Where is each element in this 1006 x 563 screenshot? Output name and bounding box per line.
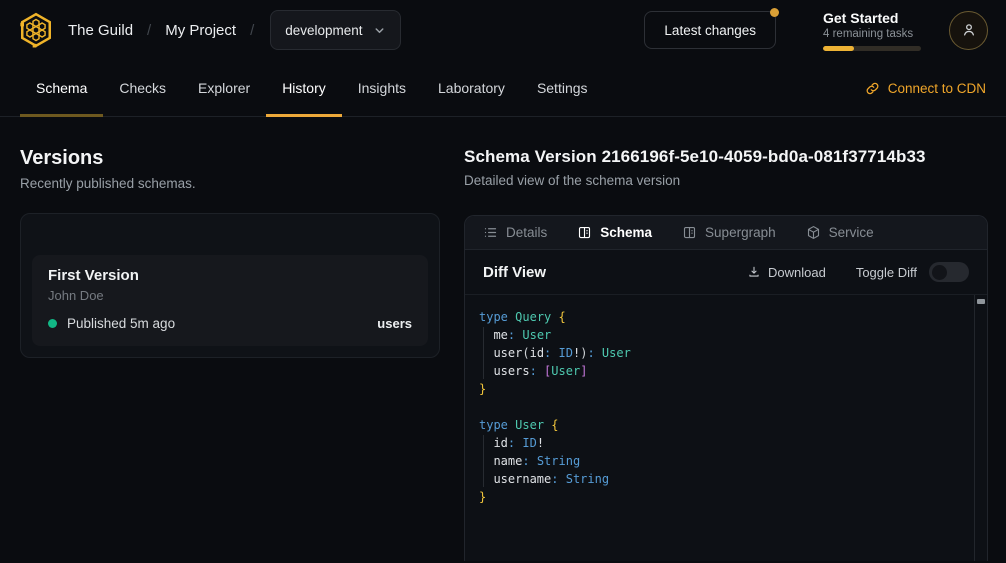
schema-sdl-code[interactable]: type Query { me: User user(id: ID!): Use…: [465, 295, 987, 561]
code-line: type User {: [479, 416, 967, 434]
code-line: username: String: [479, 470, 967, 488]
breadcrumb: The Guild / My Project / development: [68, 10, 401, 50]
latest-changes-button[interactable]: Latest changes: [644, 11, 776, 49]
version-list-item[interactable]: First Version John Doe Published 5m ago use…: [32, 255, 428, 346]
code-scrollbar[interactable]: [974, 295, 987, 561]
connect-to-cdn-label: Connect to CDN: [888, 81, 986, 96]
toggle-diff-label: Toggle Diff: [856, 265, 917, 280]
cube-icon: [806, 225, 821, 240]
list-icon: [483, 225, 498, 240]
service-name: users: [377, 316, 412, 331]
code-line: }: [479, 380, 967, 398]
download-label: Download: [768, 265, 826, 280]
detail-tab-schema[interactable]: Schema: [577, 225, 652, 240]
detail-tab-service[interactable]: Service: [806, 225, 874, 240]
published-status-icon: [48, 319, 57, 328]
diff-view-toolbar: Diff View Download Toggle Diff: [465, 250, 987, 295]
code-scrollbar-thumb[interactable]: [977, 299, 985, 304]
columns-icon: [577, 225, 592, 240]
breadcrumb-org[interactable]: The Guild: [68, 22, 133, 39]
get-started-widget[interactable]: Get Started 4 remaining tasks: [823, 10, 921, 51]
target-selector-value: development: [285, 23, 362, 38]
schema-version-tabs: Details Schema Supergraph Service: [465, 216, 987, 250]
versions-panel: Versions Recently published schemas. Fir…: [20, 117, 440, 358]
notification-dot: [770, 8, 779, 17]
schema-version-card: Details Schema Supergraph Service Diff View…: [464, 215, 988, 561]
code-line: name: String: [479, 452, 967, 470]
top-header: The Guild / My Project / development Lat…: [0, 0, 1006, 60]
indent-guide: [483, 435, 484, 487]
nav-tab-laboratory[interactable]: Laboratory: [422, 60, 521, 116]
code-line: users: [User]: [479, 362, 967, 380]
latest-changes-label: Latest changes: [664, 23, 756, 38]
connect-to-cdn-link[interactable]: Connect to CDN: [865, 81, 986, 96]
nav-tab-settings[interactable]: Settings: [521, 60, 604, 116]
versions-title: Versions: [20, 147, 440, 170]
get-started-title: Get Started: [823, 10, 921, 26]
versions-subtitle: Recently published schemas.: [20, 176, 440, 191]
toggle-diff-switch[interactable]: [929, 262, 969, 282]
code-line: id: ID!: [479, 434, 967, 452]
link-chain-icon: [865, 81, 880, 96]
person-icon: [960, 21, 978, 39]
get-started-progressbar: [823, 46, 921, 51]
code-line: me: User: [479, 326, 967, 344]
detail-tab-label: Service: [829, 225, 874, 240]
target-nav: SchemaChecksExplorerHistoryInsightsLabor…: [0, 60, 1006, 117]
switch-knob: [932, 265, 947, 280]
breadcrumb-separator: /: [147, 22, 151, 39]
nav-tab-checks[interactable]: Checks: [103, 60, 182, 116]
user-avatar[interactable]: [949, 11, 988, 50]
code-line: type Query {: [479, 308, 967, 326]
detail-tab-label: Details: [506, 225, 547, 240]
version-name: First Version: [48, 267, 412, 284]
hive-logo-icon[interactable]: [16, 10, 56, 50]
code-line: [479, 398, 967, 416]
schema-version-title: Schema Version 2166196f-5e10-4059-bd0a-0…: [464, 147, 988, 167]
version-detail-panel: Schema Version 2166196f-5e10-4059-bd0a-0…: [464, 117, 988, 561]
versions-list-card: First Version John Doe Published 5m ago use…: [20, 213, 440, 358]
get-started-subtitle: 4 remaining tasks: [823, 28, 921, 40]
target-selector-dropdown[interactable]: development: [270, 10, 400, 50]
version-author: John Doe: [48, 288, 412, 303]
nav-tab-schema[interactable]: Schema: [20, 60, 103, 116]
diff-view-title: Diff View: [483, 264, 546, 281]
detail-tab-details[interactable]: Details: [483, 225, 547, 240]
code-line: }: [479, 488, 967, 506]
code-line: user(id: ID!): User: [479, 344, 967, 362]
nav-tab-explorer[interactable]: Explorer: [182, 60, 266, 116]
breadcrumb-separator: /: [250, 22, 254, 39]
chevron-down-icon: [373, 24, 386, 37]
download-button[interactable]: Download: [747, 265, 826, 280]
get-started-progress-fill: [823, 46, 854, 51]
version-status: Published 5m ago: [67, 316, 175, 331]
columns-icon: [682, 225, 697, 240]
schema-version-subtitle: Detailed view of the schema version: [464, 173, 988, 188]
indent-guide: [483, 327, 484, 379]
detail-tab-label: Schema: [600, 225, 652, 240]
download-icon: [747, 265, 761, 279]
nav-tab-insights[interactable]: Insights: [342, 60, 422, 116]
breadcrumb-project[interactable]: My Project: [165, 22, 236, 39]
nav-tab-history[interactable]: History: [266, 60, 342, 116]
detail-tab-label: Supergraph: [705, 225, 776, 240]
detail-tab-supergraph[interactable]: Supergraph: [682, 225, 776, 240]
